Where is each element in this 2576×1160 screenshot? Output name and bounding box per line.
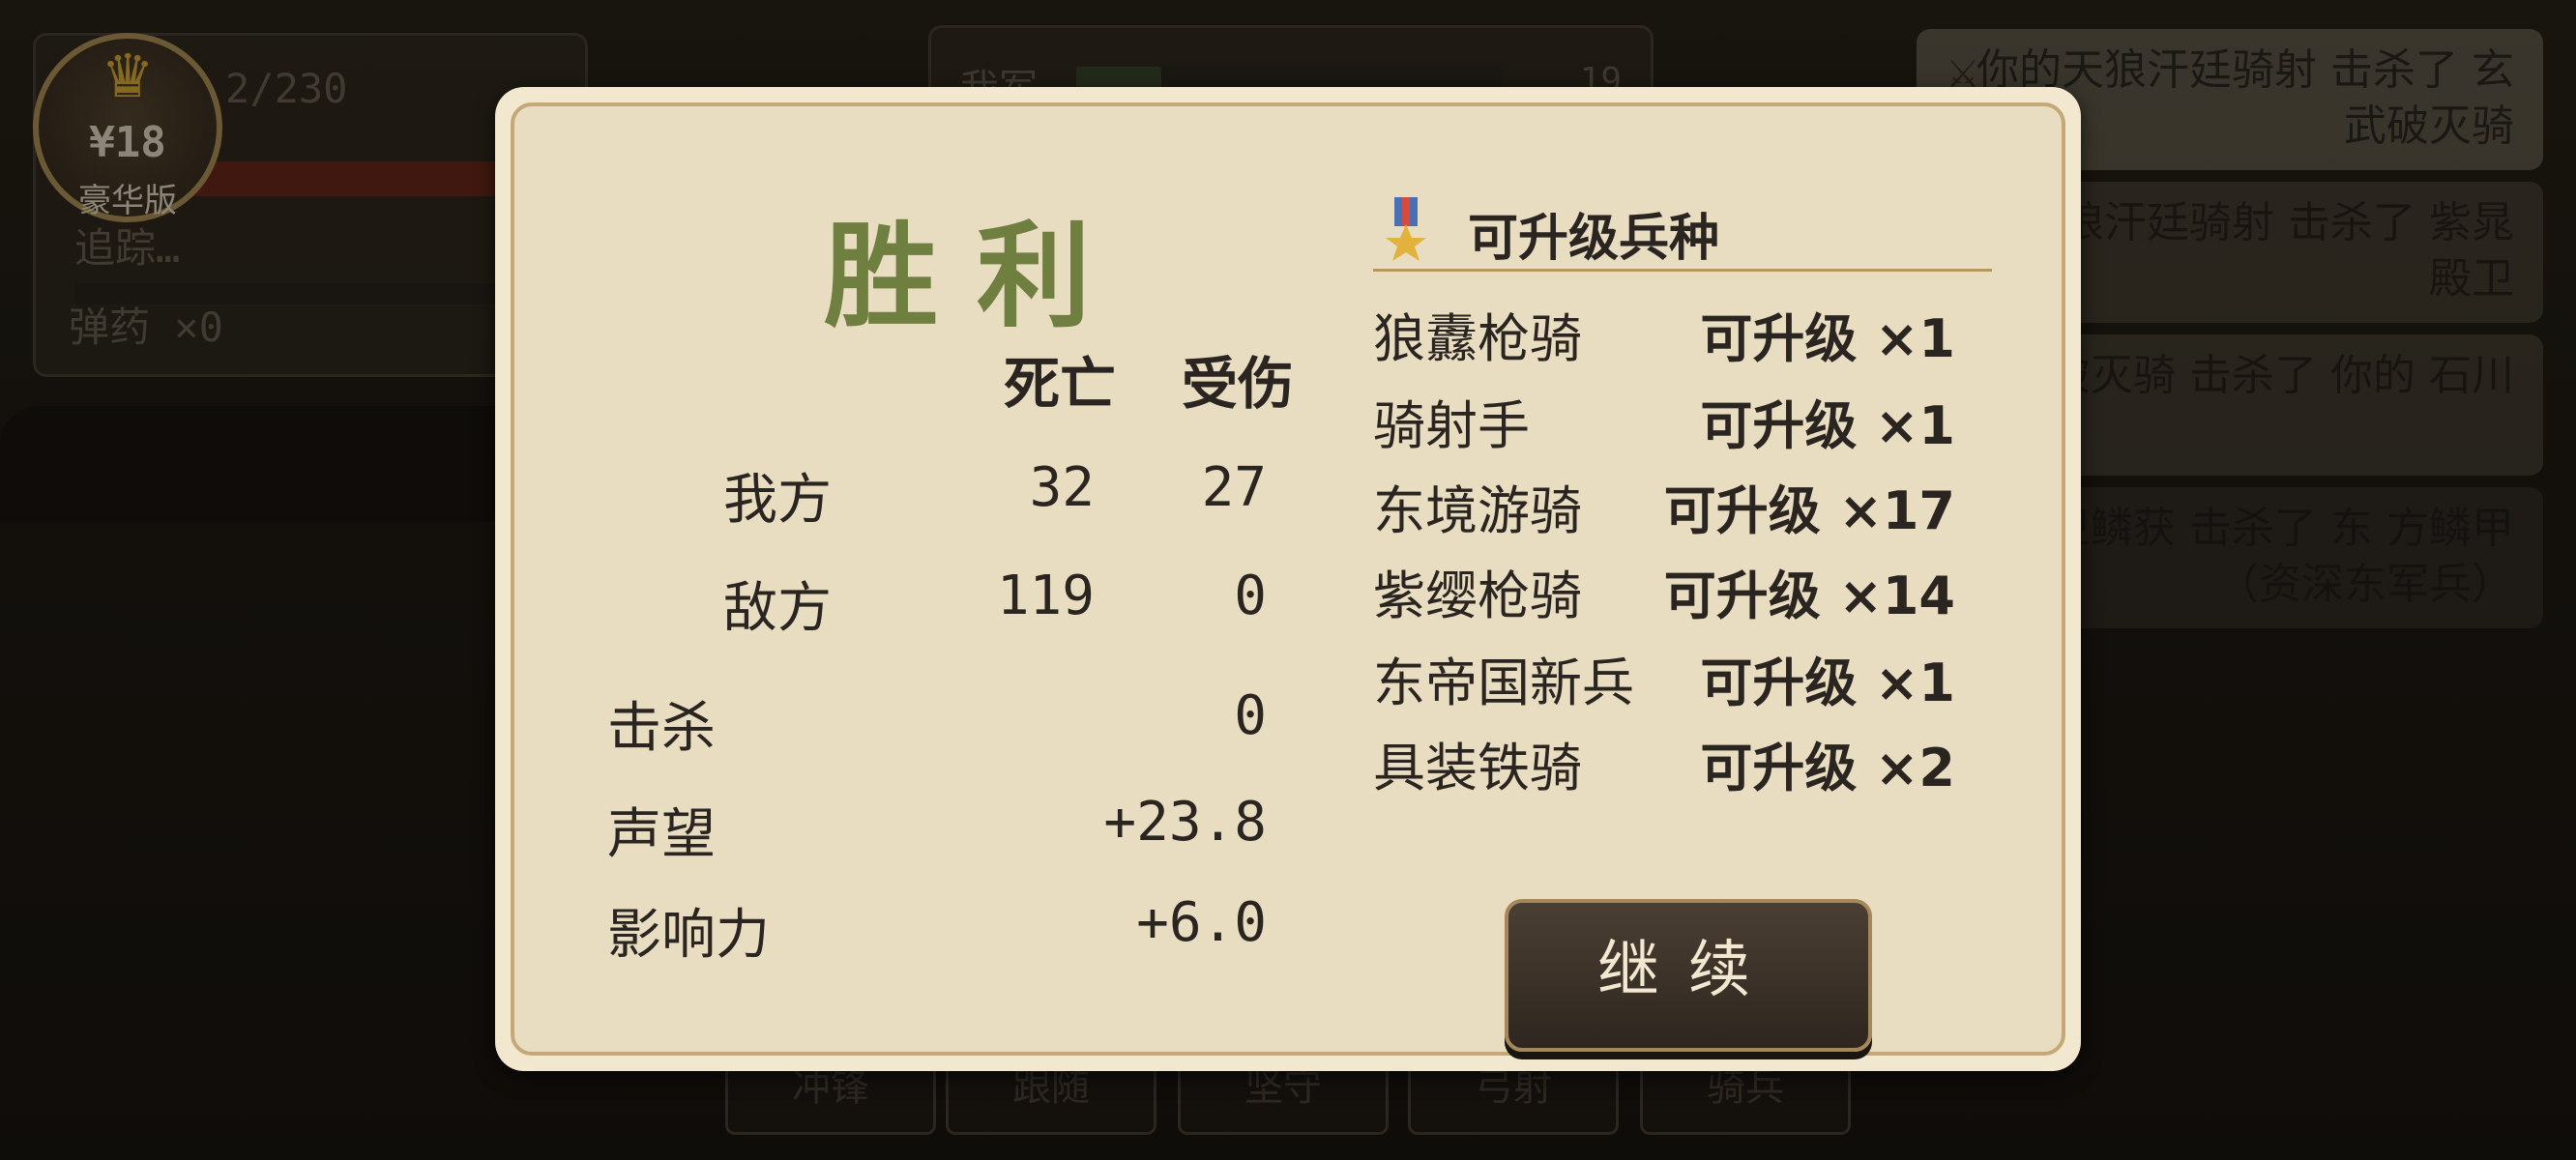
unit-name: 东帝国新兵 [1373, 652, 1634, 713]
kills-value: 0 [1234, 684, 1267, 747]
medal-icon [1386, 197, 1426, 261]
unit-name: 骑射手 [1373, 395, 1530, 456]
unit-name: 具装铁骑 [1373, 738, 1582, 798]
own-deaths-value: 32 [1029, 456, 1095, 519]
enemy-side-label: 敌方 [723, 577, 832, 640]
unit-upgrade-status: 可升级 ×1 [1700, 652, 1955, 713]
kills-label: 击杀 [607, 697, 716, 760]
influence-value: +6.0 [1136, 891, 1267, 954]
battle-result-dialog: 胜利 死亡 受伤 我方 32 27 敌方 119 0 击杀 0 声望 +23.8… [495, 87, 2081, 1071]
unit-name: 紫缨枪骑 [1373, 566, 1582, 626]
unit-upgrade-status: 可升级 ×1 [1700, 395, 1955, 456]
injured-column-header: 受伤 [1182, 351, 1295, 417]
unit-upgrade-status: 可升级 ×14 [1663, 566, 1955, 626]
victory-title: 胜利 [824, 210, 1130, 343]
unit-upgrade-status: 可升级 ×17 [1663, 480, 1955, 541]
own-injured-value: 27 [1201, 456, 1267, 519]
renown-label: 声望 [607, 803, 716, 866]
unit-upgrade-status: 可升级 ×1 [1700, 308, 1955, 369]
unit-upgrade-status: 可升级 ×2 [1700, 738, 1955, 798]
upgrade-header: 可升级兵种 [1375, 197, 1994, 268]
enemy-deaths-value: 119 [996, 565, 1095, 627]
continue-button[interactable]: 继续 [1505, 899, 1872, 1052]
upgrade-title: 可升级兵种 [1468, 210, 1720, 268]
influence-label: 影响力 [607, 904, 770, 967]
deaths-column-header: 死亡 [1004, 351, 1117, 417]
renown-value: +23.8 [1103, 791, 1267, 854]
battle-result-content: 胜利 死亡 受伤 我方 32 27 敌方 119 0 击杀 0 声望 +23.8… [511, 102, 2065, 1056]
own-side-label: 我方 [723, 469, 832, 532]
upgrade-divider [1373, 269, 1992, 272]
enemy-injured-value: 0 [1234, 565, 1267, 627]
unit-name: 东境游骑 [1373, 480, 1582, 541]
unit-name: 狼纛枪骑 [1373, 308, 1582, 369]
